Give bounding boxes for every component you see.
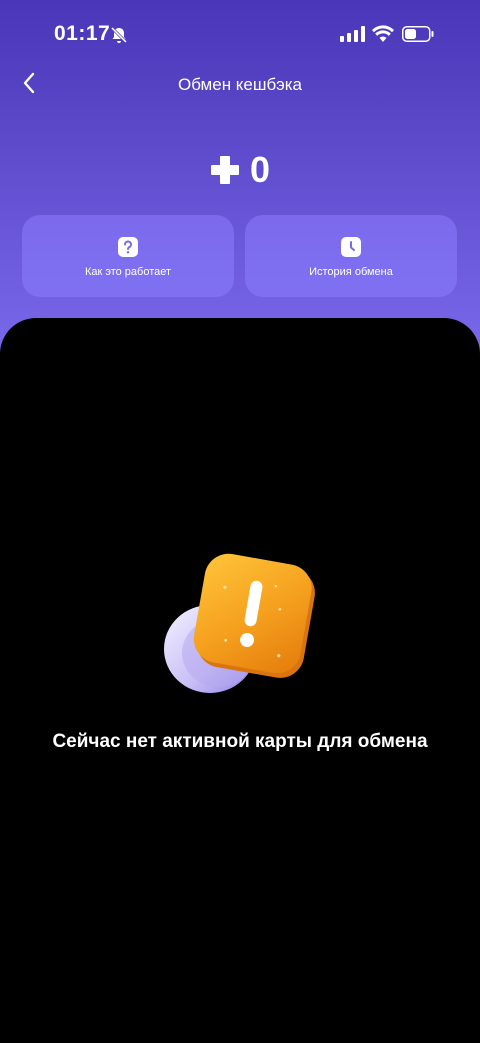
status-time: 01:17: [54, 22, 111, 45]
status-bar: 01:17: [0, 0, 480, 70]
bell-off-icon: [110, 26, 128, 44]
balance-value: 0: [249, 149, 271, 190]
exchange-history-button[interactable]: История обмена: [245, 215, 457, 297]
how-it-works-button[interactable]: Как это работает: [22, 215, 234, 297]
exchange-history-label: История обмена: [309, 266, 393, 278]
plus-icon: [210, 156, 239, 184]
battery-icon: [402, 26, 434, 42]
how-it-works-label: Как это работает: [84, 266, 172, 278]
question-icon: [118, 237, 138, 257]
empty-state-message: Сейчас нет активной карты для обмена: [52, 731, 428, 752]
page-title: Обмен кешбэка: [177, 75, 303, 94]
wifi-icon: [372, 25, 394, 42]
signal-icon: [340, 26, 365, 42]
cashback-balance: 0: [0, 150, 480, 190]
clock-icon: [341, 237, 361, 257]
warning-coin-illustration: [164, 553, 315, 693]
